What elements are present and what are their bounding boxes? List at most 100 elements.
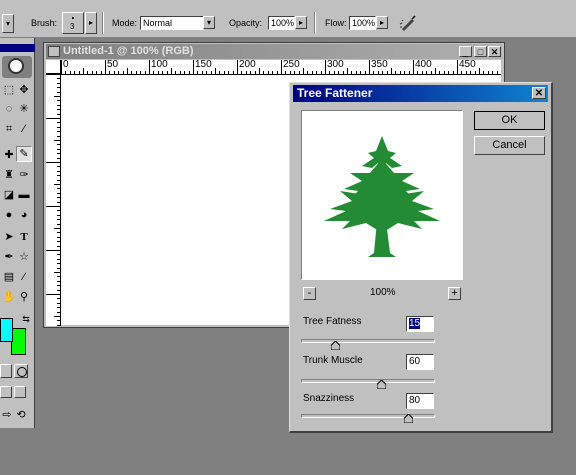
ruler-tick — [171, 68, 172, 74]
brush-dropdown-arrow[interactable]: ▸ — [85, 12, 97, 34]
healing-brush-icon[interactable]: ✚ — [2, 148, 16, 162]
ruler-tick — [430, 71, 432, 74]
mode-dropdown-arrow[interactable]: ▾ — [203, 16, 215, 29]
ruler-tick — [46, 250, 60, 251]
ruler-tick — [443, 71, 445, 74]
minimize-button[interactable]: _ — [459, 46, 472, 57]
slice-tool-icon[interactable]: ⁄ — [17, 122, 31, 136]
tree-fatness-slider-thumb[interactable] — [330, 341, 340, 350]
tool-preset-dropdown[interactable]: ▾ — [2, 14, 14, 33]
hand-tool-icon[interactable]: ✋ — [2, 290, 16, 304]
foreground-color-swatch[interactable] — [0, 318, 13, 342]
ruler-tick — [382, 71, 384, 74]
tree-fatness-track[interactable] — [301, 339, 435, 343]
zoom-in-button[interactable]: + — [448, 287, 461, 300]
tree-fatness-field[interactable]: 15 — [406, 316, 434, 332]
ruler-tick — [57, 219, 60, 221]
magic-wand-icon[interactable]: ✳ — [17, 102, 31, 116]
ruler-tick — [54, 184, 60, 185]
ruler-tick — [57, 113, 60, 115]
opacity-field[interactable]: 100% — [268, 16, 295, 30]
ruler-tick — [351, 71, 353, 74]
crop-tool-icon[interactable]: ⌗ — [2, 122, 16, 136]
ruler-tick — [395, 71, 397, 74]
brush-tool-icon[interactable]: ✎ — [16, 146, 32, 162]
eyedropper-icon[interactable]: ⁄ — [17, 270, 31, 284]
snazziness-slider-thumb[interactable] — [404, 414, 414, 423]
maximize-button[interactable]: □ — [474, 46, 487, 57]
standard-mode-button[interactable] — [0, 364, 12, 378]
menu-bar — [0, 0, 576, 8]
ok-button[interactable]: OK — [474, 111, 545, 130]
ruler-tick — [57, 109, 60, 111]
ruler-label: 300 — [327, 60, 344, 70]
brush-preset-picker[interactable]: 3 — [62, 12, 84, 34]
zoom-tool-icon[interactable]: ⚲ — [17, 290, 31, 304]
preview-area[interactable] — [301, 110, 463, 280]
horizontal-ruler[interactable]: 0 50 100 150 200 250 300 350 400 450 — [61, 60, 501, 75]
type-tool-icon[interactable]: T — [17, 230, 31, 244]
quick-mask-button[interactable] — [14, 364, 28, 378]
mode-select[interactable]: Normal — [140, 16, 204, 30]
trunk-muscle-value: 60 — [409, 356, 421, 367]
ruler-tick — [54, 272, 60, 273]
snazziness-track[interactable] — [301, 414, 435, 418]
trunk-muscle-track[interactable] — [301, 379, 435, 383]
imageready-icon[interactable]: ⟲ — [14, 408, 28, 422]
ruler-origin[interactable] — [46, 60, 61, 74]
ruler-tick — [448, 71, 450, 74]
ruler-tick — [57, 78, 60, 80]
notes-tool-icon[interactable]: ▤ — [2, 270, 16, 284]
snazziness-field[interactable]: 80 — [406, 393, 434, 409]
jump-to-imageready-icon[interactable]: ⇨ — [0, 408, 14, 422]
path-select-icon[interactable]: ➤ — [2, 230, 16, 244]
dialog-title-bar[interactable]: Tree Fattener ✕ — [293, 85, 548, 102]
ruler-tick — [474, 71, 476, 74]
ruler-tick — [78, 71, 80, 74]
marquee-tool-icon[interactable]: ⬚ — [2, 83, 16, 97]
ruler-tick — [228, 71, 230, 74]
gradient-tool-icon[interactable]: ▬ — [17, 188, 31, 202]
separator — [314, 12, 316, 34]
ruler-tick — [157, 71, 159, 74]
ruler-tick — [470, 71, 472, 74]
ruler-tick — [316, 71, 318, 74]
photoshop-logo — [2, 56, 32, 78]
blur-tool-icon[interactable]: ● — [2, 208, 16, 222]
opacity-slider-arrow[interactable]: ▸ — [295, 16, 307, 29]
trunk-muscle-field[interactable]: 60 — [406, 354, 434, 370]
airbrush-toggle[interactable] — [397, 12, 419, 34]
flow-slider-arrow[interactable]: ▸ — [376, 16, 388, 29]
ruler-tick — [465, 71, 467, 74]
flow-field[interactable]: 100% — [349, 16, 376, 30]
history-brush-icon[interactable]: ✑ — [17, 168, 31, 182]
dialog-close-button[interactable]: ✕ — [532, 87, 546, 99]
pen-tool-icon[interactable]: ✒ — [2, 250, 16, 264]
tree-fatness-value: 15 — [409, 318, 421, 329]
close-button[interactable]: ✕ — [488, 46, 501, 57]
tree-fattener-dialog: Tree Fattener ✕ OK Cancel - 100% + Tree … — [289, 82, 553, 433]
cancel-button[interactable]: Cancel — [474, 136, 545, 155]
ruler-tick — [57, 311, 60, 313]
ruler-tick — [179, 71, 181, 74]
toolbox: ⬚ ✥ ◌ ✳ ⌗ ⁄ ✚ ✎ ♜ ✑ ◪ ▬ ● ◕ ➤ T ✒ ☆ ▤ ⁄ … — [0, 38, 35, 428]
lasso-tool-icon[interactable]: ◌ — [2, 102, 16, 116]
vertical-ruler[interactable] — [46, 74, 61, 326]
clone-stamp-icon[interactable]: ♜ — [2, 168, 16, 182]
ruler-tick — [404, 71, 406, 74]
ruler-tick — [57, 280, 60, 282]
background-color-swatch[interactable] — [11, 328, 26, 355]
ruler-tick — [57, 263, 60, 265]
trunk-muscle-slider-thumb[interactable] — [377, 380, 387, 389]
swap-colors-icon[interactable]: ⇆ — [19, 312, 33, 326]
brush-label: Brush: — [31, 18, 58, 28]
eraser-tool-icon[interactable]: ◪ — [2, 188, 16, 202]
zoom-out-button[interactable]: - — [303, 287, 316, 300]
ruler-tick — [57, 144, 60, 146]
dodge-tool-icon[interactable]: ◕ — [17, 208, 31, 222]
screen-mode-full[interactable] — [14, 386, 26, 398]
move-tool-icon[interactable]: ✥ — [17, 83, 31, 97]
document-title-bar[interactable]: Untitled-1 @ 100% (RGB) _ □ ✕ — [46, 44, 502, 59]
screen-mode-standard[interactable] — [0, 386, 12, 398]
shape-tool-icon[interactable]: ☆ — [17, 250, 31, 264]
